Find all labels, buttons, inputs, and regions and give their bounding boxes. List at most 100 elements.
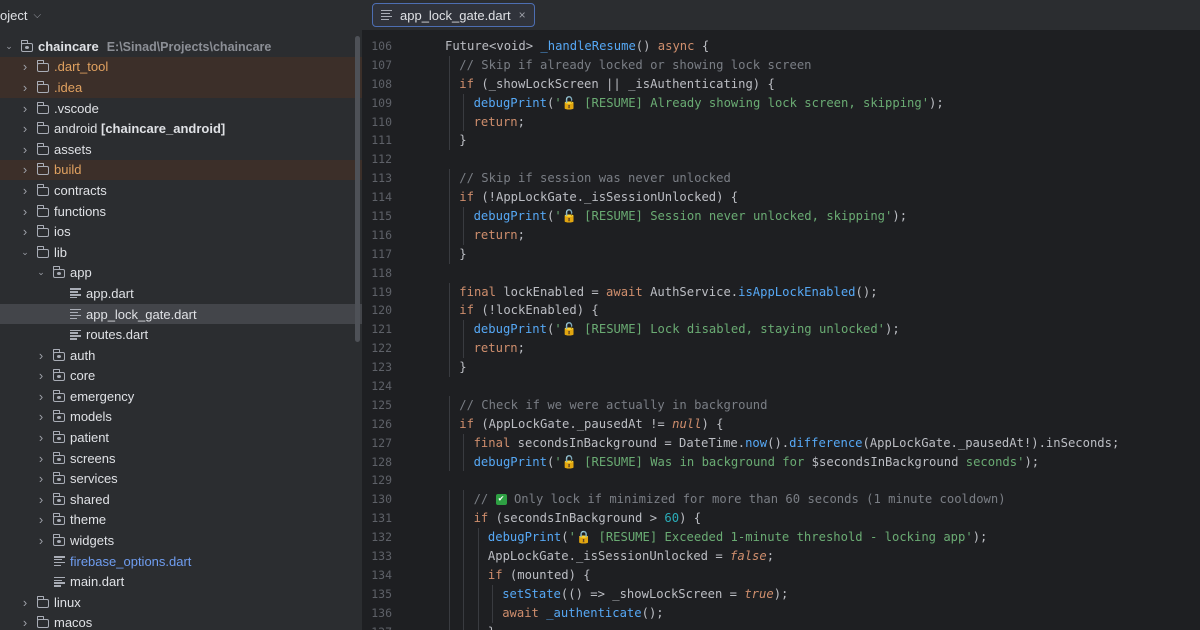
tree-item-auth[interactable]: › auth xyxy=(0,345,362,366)
chevron-down-icon[interactable]: ⌄ xyxy=(4,41,14,52)
code-line[interactable]: 124 xyxy=(362,377,1200,396)
code-line[interactable]: 131 if (secondsInBackground > 60) { xyxy=(362,509,1200,529)
indent-guide xyxy=(449,339,450,359)
chevron-down-icon[interactable]: ⌵ xyxy=(33,10,41,21)
line-number: 124 xyxy=(371,379,392,394)
tree-item-app-dart[interactable]: app.dart xyxy=(0,283,362,304)
tree-item-macos[interactable]: › macos xyxy=(0,613,362,630)
code-line[interactable]: 116 return; xyxy=(362,225,1200,245)
tree-item-idea[interactable]: › .idea xyxy=(0,77,362,98)
chevron-right-icon[interactable]: › xyxy=(20,224,30,239)
tree-item-shared[interactable]: › shared xyxy=(0,489,362,510)
chevron-right-icon[interactable]: › xyxy=(20,595,30,610)
code-line[interactable]: 120 if (!lockEnabled) { xyxy=(362,301,1200,321)
code-editor[interactable]: app_lock_gate.dart × 106 Future<void> _ha… xyxy=(362,0,1200,630)
chevron-right-icon[interactable]: › xyxy=(36,389,46,404)
code-line[interactable]: 111} xyxy=(362,131,1200,151)
chevron-right-icon[interactable]: › xyxy=(36,492,46,507)
tab-app-lock-gate[interactable]: app_lock_gate.dart × xyxy=(372,3,535,27)
code-line[interactable]: 121 debugPrint('🔓 [RESUME] Lock disabled,… xyxy=(362,320,1200,340)
tree-item-firebase-options-dart[interactable]: firebase_options.dart xyxy=(0,551,362,572)
tree-item-widgets[interactable]: › widgets xyxy=(0,530,362,551)
code-line[interactable]: 127 final secondsInBackground = DateTime.… xyxy=(362,433,1200,453)
chevron-right-icon[interactable]: › xyxy=(36,471,46,486)
chevron-right-icon[interactable]: › xyxy=(20,615,30,630)
chevron-right-icon[interactable]: › xyxy=(36,512,46,527)
tree-item-core[interactable]: › core xyxy=(0,366,362,387)
chevron-down-icon[interactable]: ⌄ xyxy=(36,267,46,278)
indent-guide xyxy=(463,225,465,245)
code-line[interactable]: 128 debugPrint('🔓 [RESUME] Was in backgro… xyxy=(362,452,1200,472)
code-line[interactable]: 110 return; xyxy=(362,112,1200,132)
code-line[interactable]: 112 xyxy=(362,150,1200,169)
indent-guide xyxy=(449,244,450,264)
chevron-right-icon[interactable]: › xyxy=(36,430,46,445)
tree-item-vscode[interactable]: › .vscode xyxy=(0,98,362,119)
code-line[interactable]: 126 if (AppLockGate._pausedAt != null) { xyxy=(362,414,1200,434)
code-line[interactable]: 118 xyxy=(362,264,1200,283)
code-line[interactable]: 107 // Skip if already locked or showing … xyxy=(362,55,1200,75)
tree-item-android[interactable]: › android [chaincare_android] xyxy=(0,118,362,139)
tree-item-emergency[interactable]: › emergency xyxy=(0,386,362,407)
code-line[interactable]: 119 final lockEnabled = await AuthService… xyxy=(362,282,1200,302)
chevron-right-icon[interactable]: › xyxy=(20,204,30,219)
tree-item-chaincare[interactable]: ⌄ chaincare E:\Sinad\Projects\chaincare xyxy=(0,36,362,57)
chevron-right-icon[interactable]: › xyxy=(36,533,46,548)
chevron-right-icon[interactable]: › xyxy=(20,121,30,136)
chevron-right-icon[interactable]: › xyxy=(20,101,30,116)
code-line[interactable]: 132 debugPrint('🔒 [RESUME] Exceeded 1-min… xyxy=(362,528,1200,548)
code-line[interactable]: 125 // Check if we were actually in backg… xyxy=(362,395,1200,415)
chevron-right-icon[interactable]: › xyxy=(36,368,46,383)
code-line[interactable]: 135 setState(() => _showLockScreen = true… xyxy=(362,584,1200,604)
code-line[interactable]: 129 xyxy=(362,471,1200,490)
tree-item-dart-tool[interactable]: › .dart_tool xyxy=(0,56,362,78)
code-line[interactable]: 137} xyxy=(362,622,1200,630)
chevron-right-icon[interactable]: › xyxy=(20,59,30,74)
chevron-right-icon[interactable]: › xyxy=(20,162,30,177)
tree-item-screens[interactable]: › screens xyxy=(0,448,362,469)
code-line[interactable]: 117} xyxy=(362,244,1200,264)
chevron-right-icon[interactable]: › xyxy=(36,348,46,363)
close-icon[interactable]: × xyxy=(519,8,526,22)
code-line[interactable]: 123} xyxy=(362,358,1200,378)
tree-item-patient[interactable]: › patient xyxy=(0,427,362,448)
code-area[interactable]: 106 Future<void> _handleResume() async {1… xyxy=(362,37,1200,630)
indent-guide xyxy=(477,565,479,585)
code-line[interactable]: 133 AppLockGate._isSessionUnlocked = fals… xyxy=(362,547,1200,566)
project-view-selector[interactable]: oject ⌵ xyxy=(0,4,41,26)
code-line[interactable]: 113 // Skip if session was never unlocked xyxy=(362,169,1200,189)
tree-item-linux[interactable]: › linux xyxy=(0,592,362,613)
tree-item-functions[interactable]: › functions xyxy=(0,201,362,222)
tree-item-theme[interactable]: › theme xyxy=(0,510,362,531)
code-line[interactable]: 130 // ✔ Only lock if minimized for more … xyxy=(362,490,1200,510)
tree-item-lib[interactable]: ⌄ lib xyxy=(0,242,362,263)
code-line[interactable]: 109 debugPrint('🔓 [RESUME] Already showin… xyxy=(362,93,1200,113)
code-line[interactable]: 134 if (mounted) { xyxy=(362,565,1200,585)
tree-item-services[interactable]: › services xyxy=(0,468,362,489)
chevron-right-icon[interactable]: › xyxy=(20,183,30,198)
tree-item-routes-dart[interactable]: routes.dart xyxy=(0,324,362,345)
code-line[interactable]: 106 Future<void> _handleResume() async { xyxy=(362,37,1200,56)
code-line[interactable]: 108 if (_showLockScreen || _isAuthenticat… xyxy=(362,74,1200,94)
folder-icon xyxy=(52,534,66,548)
code-line[interactable]: 114 if (!AppLockGate._isSessionUnlocked) … xyxy=(362,188,1200,208)
chevron-right-icon[interactable]: › xyxy=(20,142,30,157)
sidebar-scrollbar[interactable] xyxy=(355,36,360,342)
tree-item-assets[interactable]: › assets xyxy=(0,139,362,160)
tree-item-build[interactable]: › build xyxy=(0,159,362,181)
chevron-right-icon[interactable]: › xyxy=(20,80,30,95)
tree-item-contracts[interactable]: › contracts xyxy=(0,180,362,201)
chevron-right-icon[interactable]: › xyxy=(36,409,46,424)
code-line[interactable]: 122 return; xyxy=(362,339,1200,359)
chevron-down-icon[interactable]: ⌄ xyxy=(20,247,30,258)
tree-item-ios[interactable]: › ios xyxy=(0,221,362,242)
code-line[interactable]: 115 debugPrint('🔓 [RESUME] Session never … xyxy=(362,207,1200,226)
tree-item-label: ios xyxy=(54,224,71,240)
chevron-right-icon[interactable]: › xyxy=(36,451,46,466)
tree-item-app-lock-gate-dart[interactable]: app_lock_gate.dart xyxy=(0,303,362,325)
line-number: 126 xyxy=(371,416,392,431)
tree-item-models[interactable]: › models xyxy=(0,407,362,428)
tree-item-app[interactable]: ⌄ app xyxy=(0,263,362,284)
code-line[interactable]: 136 await _authenticate(); xyxy=(362,603,1200,623)
tree-item-main-dart[interactable]: main.dart xyxy=(0,571,362,592)
